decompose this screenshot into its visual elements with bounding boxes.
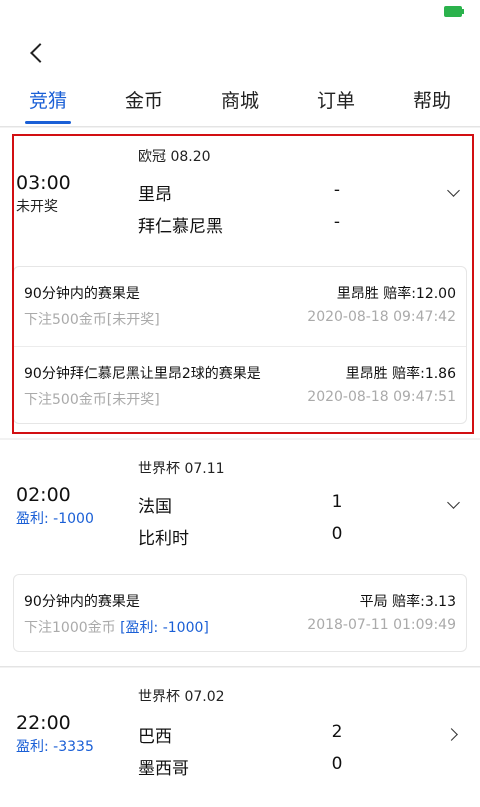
- chevron-right-icon[interactable]: [445, 728, 458, 741]
- bet-row: 90分钟内的赛果是 平局 赔率:3.13 下注1000金币 [盈利: -1000…: [14, 575, 466, 653]
- score-home: -: [333, 180, 341, 200]
- bet-row: 90分钟内的赛果是 里昂胜 赔率:12.00 下注500金币[未开奖] 2020…: [14, 267, 466, 345]
- match-league: 世界杯 07.02: [138, 689, 225, 705]
- team-home: 巴西: [138, 727, 172, 747]
- score-away: -: [333, 212, 341, 232]
- tab-shop[interactable]: 商城: [192, 84, 288, 126]
- chevron-down-icon[interactable]: [447, 184, 460, 197]
- bet-result: [未开奖]: [106, 312, 160, 328]
- bet-row: 90分钟拜仁慕尼黑让里昂2球的赛果是 里昂胜 赔率:1.86 下注500金币[未…: [14, 346, 466, 425]
- bet-question: 90分钟内的赛果是: [24, 286, 140, 302]
- match-time: 02:00: [16, 484, 71, 506]
- bet-result: [盈利: -1000]: [120, 620, 209, 636]
- match-league: 世界杯 07.11: [138, 461, 225, 477]
- match-status: 未开奖: [16, 199, 58, 215]
- match-profit: 盈利: -3335: [16, 739, 94, 755]
- header: 竞猜 金币 商城 订单 帮助: [0, 22, 480, 127]
- match-time: 22:00: [16, 712, 71, 734]
- bet-time: 2020-08-18 09:47:42: [307, 309, 456, 325]
- chevron-left-icon: [30, 43, 50, 63]
- match-card-1[interactable]: 欧冠 08.20 03:00 未开奖 里昂 - 拜仁慕尼黑 - 90分钟内的赛果…: [0, 128, 480, 438]
- score-home: 2: [331, 722, 343, 742]
- score-away: 0: [331, 524, 343, 544]
- tab-help[interactable]: 帮助: [384, 84, 480, 126]
- score-away: 0: [331, 754, 343, 774]
- bet-question: 90分钟内的赛果是: [24, 594, 140, 610]
- bet-stake: 下注500金币[未开奖]: [24, 392, 160, 408]
- bet-time: 2018-07-11 01:09:49: [307, 617, 456, 633]
- score-home: 1: [331, 492, 343, 512]
- bet-answer: 里昂胜 赔率:1.86: [345, 366, 456, 382]
- match-profit: 盈利: -1000: [16, 511, 94, 527]
- battery-icon: [444, 6, 464, 17]
- tab-coins[interactable]: 金币: [96, 84, 192, 126]
- divider: [0, 666, 480, 667]
- back-button[interactable]: [22, 38, 52, 68]
- tab-orders[interactable]: 订单: [288, 84, 384, 126]
- bets-panel: 90分钟内的赛果是 平局 赔率:3.13 下注1000金币 [盈利: -1000…: [13, 574, 467, 652]
- match-league: 欧冠 08.20: [138, 149, 211, 165]
- status-bar: [0, 0, 480, 22]
- bets-panel: 90分钟内的赛果是 里昂胜 赔率:12.00 下注500金币[未开奖] 2020…: [13, 266, 467, 424]
- bet-answer: 里昂胜 赔率:12.00: [336, 286, 456, 302]
- team-home: 里昂: [138, 185, 172, 205]
- match-card-2[interactable]: 世界杯 07.11 02:00 盈利: -1000 法国 1 比利时 0 90分…: [0, 440, 480, 666]
- match-time: 03:00: [16, 172, 71, 194]
- tab-bar: 竞猜 金币 商城 订单 帮助: [0, 84, 480, 126]
- tab-guess[interactable]: 竞猜: [0, 84, 96, 126]
- bet-stake: 下注1000金币 [盈利: -1000]: [24, 620, 209, 636]
- bet-time: 2020-08-18 09:47:51: [307, 389, 456, 405]
- bet-result: [未开奖]: [106, 392, 160, 408]
- chevron-down-icon[interactable]: [447, 496, 460, 509]
- bet-question: 90分钟拜仁慕尼黑让里昂2球的赛果是: [24, 366, 261, 382]
- team-home: 法国: [138, 497, 172, 517]
- bet-stake: 下注500金币[未开奖]: [24, 312, 160, 328]
- team-away: 墨西哥: [138, 759, 189, 779]
- team-away: 拜仁慕尼黑: [138, 217, 223, 237]
- match-card-3[interactable]: 世界杯 07.02 22:00 盈利: -3335 巴西 2 墨西哥 0: [0, 668, 480, 807]
- team-away: 比利时: [138, 529, 189, 549]
- bet-answer: 平局 赔率:3.13: [359, 594, 456, 610]
